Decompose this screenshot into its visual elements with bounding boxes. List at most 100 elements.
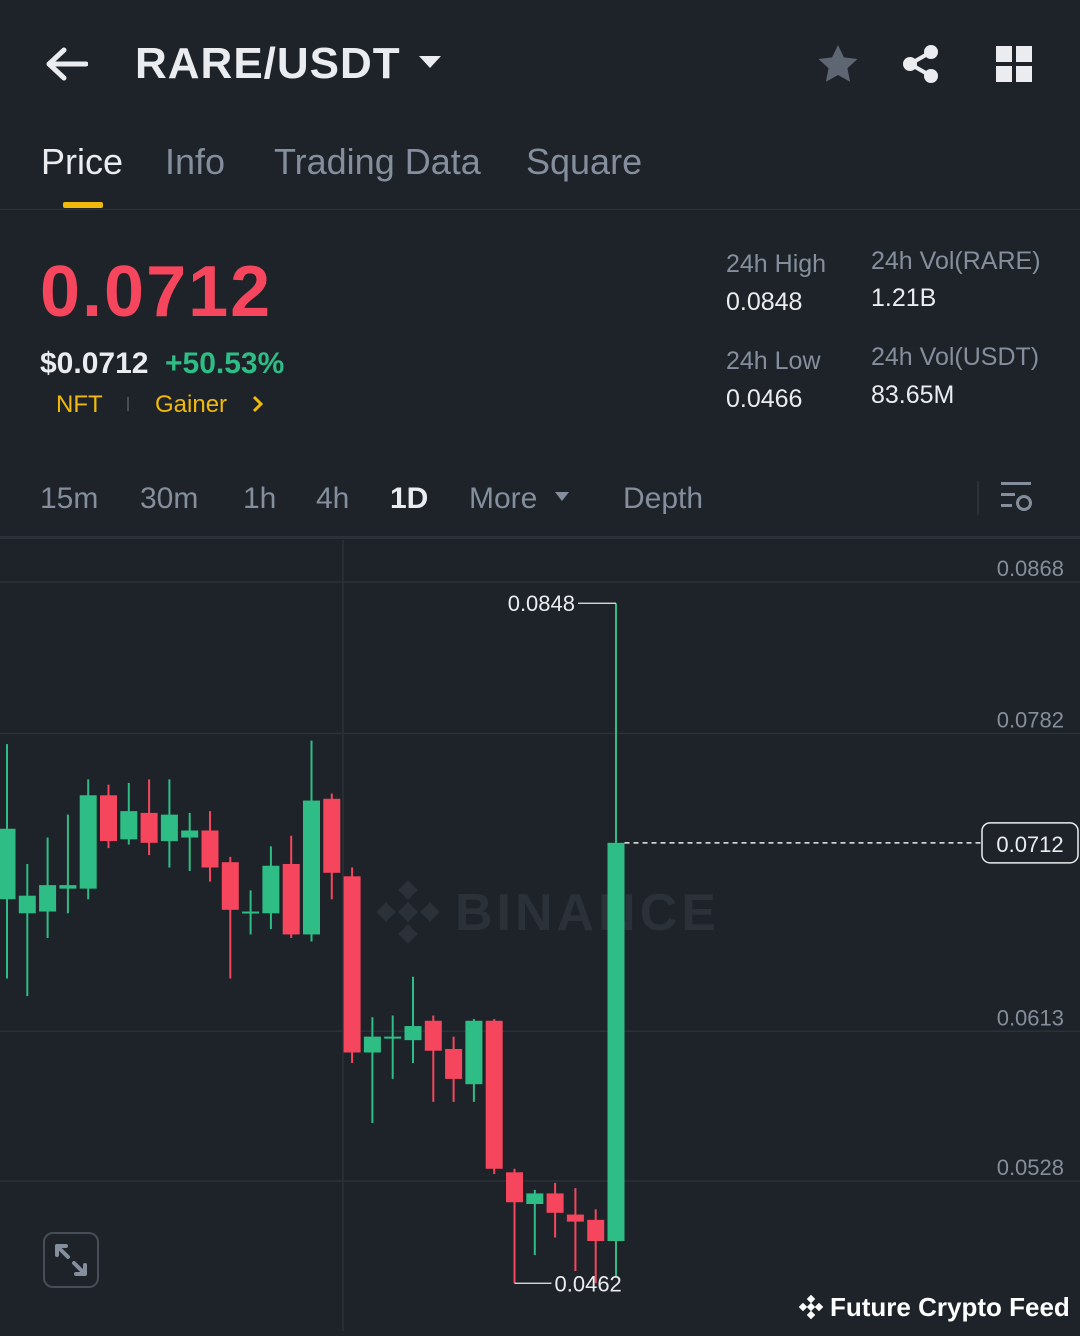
candle bbox=[140, 779, 158, 856]
candle bbox=[201, 811, 219, 882]
chart-settings-icon bbox=[1001, 482, 1032, 511]
candle-body bbox=[18, 895, 36, 914]
watermark-logo-part bbox=[398, 880, 418, 900]
depth-tab[interactable]: Depth bbox=[623, 478, 703, 520]
interval-1h[interactable]: 1h bbox=[243, 478, 276, 520]
vol-quote-label: 24h Vol(USDT) bbox=[871, 343, 1040, 371]
candle-body bbox=[343, 876, 361, 1053]
max-annotation-label: 0.0848 bbox=[508, 591, 575, 616]
tab-trading-data[interactable]: Trading Data bbox=[274, 138, 481, 186]
binance-logo-icon bbox=[798, 1294, 824, 1320]
fullscreen-button[interactable] bbox=[43, 1232, 99, 1288]
interval-15m[interactable]: 15m bbox=[40, 478, 98, 520]
candle-body bbox=[262, 865, 280, 914]
candle bbox=[526, 1189, 544, 1256]
vol-base-value: 1.21B bbox=[871, 284, 937, 312]
candle bbox=[79, 779, 97, 900]
usd-price: $0.0712 bbox=[40, 347, 149, 380]
candle bbox=[343, 867, 361, 1064]
candle-body bbox=[59, 885, 77, 889]
back-button[interactable] bbox=[36, 36, 96, 92]
candle bbox=[242, 890, 260, 935]
y-tick-label: 0.0528 bbox=[997, 1155, 1064, 1180]
low-value: 0.0466 bbox=[726, 385, 803, 413]
candle-body bbox=[323, 798, 341, 873]
share-icon bbox=[903, 45, 938, 83]
candle-body bbox=[506, 1172, 523, 1203]
candle bbox=[303, 740, 320, 942]
candle bbox=[59, 814, 77, 914]
candle bbox=[0, 744, 16, 979]
price-chart[interactable]: BINANCE 0.0712 0.0848 0.0462 0.0868 0.0782 0… bbox=[0, 540, 1080, 1331]
tab-price[interactable]: Price bbox=[41, 138, 123, 186]
candle-body bbox=[384, 1036, 402, 1039]
y-tick-label: 0.0782 bbox=[997, 708, 1064, 733]
interval-more[interactable]: More bbox=[469, 478, 537, 520]
chart-top-divider bbox=[0, 536, 1080, 539]
candle-body bbox=[242, 911, 260, 914]
candle-body bbox=[120, 811, 138, 840]
grid-menu-button[interactable] bbox=[986, 36, 1042, 92]
tab-info[interactable]: Info bbox=[165, 138, 225, 186]
candle bbox=[323, 793, 341, 900]
min-annotation-label: 0.0462 bbox=[555, 1271, 622, 1296]
tag-nft[interactable]: NFT bbox=[56, 388, 103, 422]
candle-body bbox=[566, 1214, 584, 1222]
candle bbox=[445, 1036, 463, 1102]
high-value: 0.0848 bbox=[726, 288, 803, 316]
candle-body bbox=[282, 863, 300, 935]
candle bbox=[100, 784, 117, 849]
candle bbox=[465, 1019, 483, 1102]
candle-body bbox=[79, 795, 97, 889]
candle bbox=[363, 1017, 381, 1123]
candle bbox=[485, 1019, 503, 1175]
pair-selector-caret[interactable] bbox=[416, 50, 444, 74]
interval-1d[interactable]: 1D bbox=[390, 478, 428, 520]
tabs-divider bbox=[0, 209, 1080, 210]
interval-30m[interactable]: 30m bbox=[140, 478, 198, 520]
change-percent: +50.53% bbox=[165, 347, 285, 380]
interval-bar-separator bbox=[977, 481, 979, 515]
candle bbox=[607, 603, 625, 1277]
vol-base-label: 24h Vol(RARE) bbox=[871, 247, 1041, 275]
current-price-label: 0.0712 bbox=[996, 832, 1063, 857]
candle-body bbox=[221, 862, 239, 910]
candle-body bbox=[445, 1048, 463, 1079]
candle bbox=[262, 846, 280, 930]
candle-body bbox=[303, 800, 320, 935]
watermark-logo-part bbox=[376, 902, 396, 922]
candle bbox=[424, 1015, 442, 1102]
candle bbox=[566, 1188, 584, 1271]
chart-settings-button[interactable] bbox=[1000, 479, 1034, 520]
candle-body bbox=[526, 1193, 544, 1204]
high-label: 24h High bbox=[726, 250, 827, 278]
share-button[interactable] bbox=[893, 36, 949, 92]
candle bbox=[282, 835, 300, 938]
arrow-left-icon bbox=[46, 47, 88, 81]
candle bbox=[404, 976, 422, 1064]
candle-body bbox=[39, 885, 57, 912]
candle-body bbox=[424, 1020, 442, 1051]
candle bbox=[506, 1168, 523, 1284]
vol-quote-value: 83.65M bbox=[871, 381, 955, 409]
candlestick-chart-svg[interactable]: BINANCE 0.0712 0.0848 0.0462 0.0868 0.0782 0… bbox=[0, 540, 1080, 1331]
candle bbox=[546, 1182, 564, 1238]
candle-body bbox=[607, 842, 625, 1241]
active-tab-indicator bbox=[63, 202, 103, 208]
tag-gainer[interactable]: Gainer bbox=[155, 388, 227, 422]
candle bbox=[160, 779, 178, 868]
candle bbox=[39, 837, 57, 938]
watermark-logo-part bbox=[420, 902, 440, 922]
chevron-right-icon[interactable] bbox=[250, 394, 266, 419]
candle-body bbox=[485, 1020, 503, 1169]
star-icon bbox=[818, 45, 858, 82]
candle bbox=[18, 863, 36, 997]
interval-4h[interactable]: 4h bbox=[316, 478, 349, 520]
pair-title[interactable]: RARE/USDT bbox=[135, 36, 401, 92]
candle-body bbox=[181, 830, 199, 838]
favorite-button[interactable] bbox=[810, 36, 866, 92]
more-caret-icon[interactable] bbox=[553, 490, 571, 509]
tab-square[interactable]: Square bbox=[526, 138, 642, 186]
credit-text: Future Crypto Feed bbox=[830, 1292, 1070, 1322]
y-tick-label: 0.0868 bbox=[997, 556, 1064, 581]
